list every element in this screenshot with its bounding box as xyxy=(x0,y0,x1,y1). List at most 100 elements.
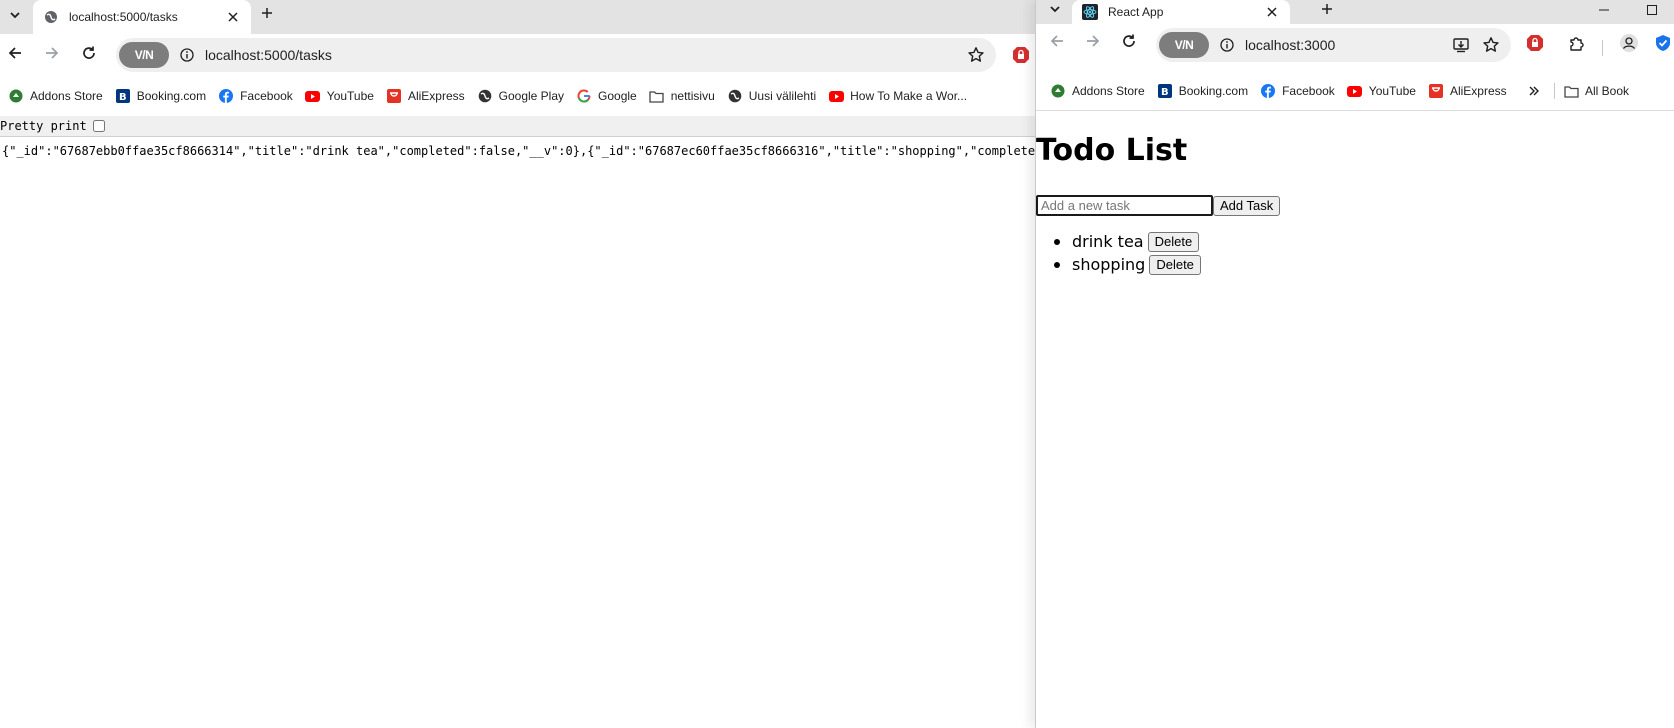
youtube-icon xyxy=(828,88,844,104)
reload-icon xyxy=(1121,33,1137,54)
new-task-input[interactable] xyxy=(1036,195,1213,216)
aliexpress-icon xyxy=(1428,83,1444,99)
toolbar: V/N localhost:3000 xyxy=(1036,24,1674,62)
reload-button[interactable] xyxy=(1114,28,1144,58)
google-icon xyxy=(576,88,592,104)
bookmark-addons-store[interactable]: Addons Store xyxy=(1044,79,1151,103)
site-info-icon[interactable] xyxy=(179,47,195,63)
bookmark-label: Google xyxy=(598,89,637,103)
bullet xyxy=(1054,238,1060,245)
forward-button[interactable] xyxy=(1078,28,1108,58)
toolbar: V/N localhost:5000/tasks xyxy=(0,34,1035,76)
bookmark-facebook[interactable]: Facebook xyxy=(212,84,299,108)
bookmark-uusi-v-lilehti[interactable]: Uusi välilehti xyxy=(721,84,822,108)
tab-localhost-5000[interactable]: localhost:5000/tasks xyxy=(33,0,251,34)
bookmark-nettisivu[interactable]: nettisivu xyxy=(643,84,721,108)
bookmark-aliexpress[interactable]: AliExpress xyxy=(1422,79,1513,103)
add-task-button[interactable]: Add Task xyxy=(1213,195,1281,216)
aliexpress-icon xyxy=(386,88,402,104)
bookmark-label: YouTube xyxy=(1368,84,1416,98)
page-title: Todo List xyxy=(1036,133,1188,168)
adblock-extension-icon[interactable] xyxy=(1010,44,1032,66)
reload-button[interactable] xyxy=(74,40,104,70)
reload-icon xyxy=(81,45,97,66)
address-bar[interactable]: V/N localhost:5000/tasks xyxy=(116,38,996,72)
bookmark-booking-com[interactable]: B Booking.com xyxy=(1151,79,1254,103)
bookmark-how-to-make-a-wor[interactable]: How To Make a Wor... xyxy=(822,84,973,108)
url-text[interactable]: localhost:3000 xyxy=(1245,37,1335,53)
tab-title: React App xyxy=(1108,5,1164,19)
new-tab-button[interactable] xyxy=(1314,0,1340,24)
url-text[interactable]: localhost:5000/tasks xyxy=(205,47,332,63)
bookmark-label: Booking.com xyxy=(1178,84,1249,98)
close-icon[interactable] xyxy=(1264,4,1280,20)
chevron-double-right-icon[interactable] xyxy=(1522,79,1546,103)
svg-text:B: B xyxy=(119,92,127,103)
json-response-text: {"_id":"67687ebb0ffae35cf8666314","title… xyxy=(2,144,1035,158)
shield-extension-icon[interactable] xyxy=(1652,32,1674,54)
install-app-icon[interactable] xyxy=(1451,35,1471,55)
tab-search-button[interactable] xyxy=(1042,0,1068,22)
all-bookmarks-button[interactable]: All Book xyxy=(1563,83,1629,99)
back-button[interactable] xyxy=(0,40,30,70)
page-content: Todo List Add Task drink tea Delete shop… xyxy=(1036,110,1674,728)
facebook-icon xyxy=(218,88,234,104)
bookmark-aliexpress[interactable]: AliExpress xyxy=(380,84,471,108)
vpn-button[interactable]: V/N xyxy=(119,42,169,68)
pretty-print-checkbox[interactable] xyxy=(92,120,105,132)
arrow-right-icon xyxy=(44,45,60,66)
site-info-icon[interactable] xyxy=(1219,37,1235,53)
tab-strip: localhost:5000/tasks xyxy=(0,0,1035,34)
delete-button[interactable]: Delete xyxy=(1147,231,1200,252)
youtube-icon xyxy=(305,88,321,104)
new-tab-button[interactable] xyxy=(254,2,280,28)
tab-search-button[interactable] xyxy=(2,4,28,30)
booking-icon: B xyxy=(115,88,131,104)
bookmark-label: Facebook xyxy=(1282,84,1335,98)
maximize-button[interactable] xyxy=(1632,0,1672,22)
vpn-button[interactable]: V/N xyxy=(1159,32,1209,58)
bookmark-label: Booking.com xyxy=(136,89,207,103)
bookmark-star-icon[interactable] xyxy=(966,45,986,65)
bookmark-addons-store[interactable]: Addons Store xyxy=(2,84,109,108)
bookmark-youtube[interactable]: YouTube xyxy=(299,84,380,108)
globe-icon xyxy=(477,88,493,104)
forward-button[interactable] xyxy=(37,40,67,70)
facebook-icon xyxy=(1260,83,1276,99)
booking-icon: B xyxy=(1157,83,1173,99)
bookmark-google[interactable]: Google xyxy=(570,84,643,108)
bookmark-youtube[interactable]: YouTube xyxy=(1341,79,1422,103)
addons-store-icon xyxy=(1050,83,1066,99)
bookmark-facebook[interactable]: Facebook xyxy=(1254,79,1341,103)
bookmark-label: How To Make a Wor... xyxy=(850,89,968,103)
tab-react-app[interactable]: React App xyxy=(1072,0,1290,24)
list-item: shopping Delete xyxy=(1054,253,1201,276)
bookmark-label: nettisivu xyxy=(670,89,715,103)
plus-icon xyxy=(1321,2,1333,20)
delete-button[interactable]: Delete xyxy=(1149,254,1201,275)
chevron-down-icon xyxy=(9,8,21,26)
folder-icon xyxy=(1563,83,1579,99)
minimize-button[interactable] xyxy=(1584,0,1624,22)
profile-avatar-icon[interactable] xyxy=(1618,32,1640,54)
bookmark-label: YouTube xyxy=(326,89,374,103)
task-list: drink tea Delete shopping Delete xyxy=(1054,230,1201,276)
browser-window-left: localhost:5000/tasks V/N localhost:5000/… xyxy=(0,0,1035,728)
bookmark-label: AliExpress xyxy=(1449,84,1507,98)
adblock-extension-icon[interactable] xyxy=(1524,32,1546,54)
maximize-icon xyxy=(1647,2,1657,20)
close-icon[interactable] xyxy=(225,9,241,25)
bookmark-star-icon[interactable] xyxy=(1481,35,1501,55)
list-item: drink tea Delete xyxy=(1054,230,1201,253)
globe-icon xyxy=(43,9,59,25)
bookmark-booking-com[interactable]: B Booking.com xyxy=(109,84,212,108)
puzzle-extensions-icon[interactable] xyxy=(1566,32,1588,54)
react-logo-icon xyxy=(1082,4,1098,20)
back-button[interactable] xyxy=(1042,28,1072,58)
address-bar[interactable]: V/N localhost:3000 xyxy=(1156,28,1511,62)
arrow-right-icon xyxy=(1085,33,1101,54)
tab-title: localhost:5000/tasks xyxy=(69,10,178,24)
bookmark-google-play[interactable]: Google Play xyxy=(471,84,570,108)
bookmark-label: Addons Store xyxy=(30,89,103,103)
browser-window-right: React App V/N localhost:3000 Addons Stor… xyxy=(1035,0,1674,728)
